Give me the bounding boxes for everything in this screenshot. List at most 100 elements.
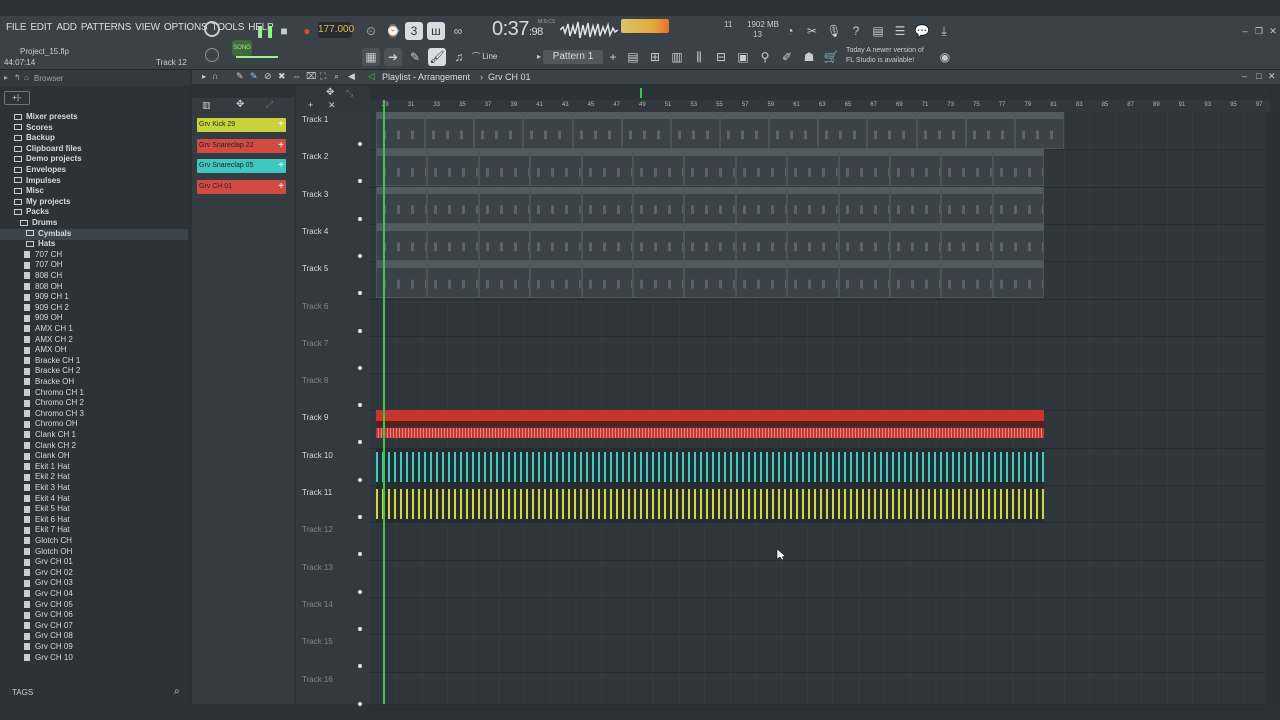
browser-item[interactable]: Backup (0, 133, 188, 144)
picker-audio-icon[interactable]: ✥ (236, 99, 244, 110)
pattern-clip[interactable]: Pattern 35 (965, 112, 1015, 149)
browser-item[interactable]: 707 CH (0, 250, 188, 261)
track-mute-dot[interactable] (358, 216, 362, 221)
plugin-database-icon[interactable]: ▣ (734, 48, 752, 66)
pattern-clip[interactable]: Pattern 6 (530, 149, 582, 187)
magnet-snap-icon[interactable]: ∩ (212, 71, 218, 81)
browser-item[interactable]: Bracke CH 1 (0, 356, 188, 367)
track-mute-dot[interactable] (358, 142, 362, 146)
pause-icon[interactable]: ❚❚ (255, 22, 275, 40)
pattern-clip[interactable]: Pattern 36 (941, 223, 993, 261)
pattern-clip[interactable]: Pattern 11 (787, 186, 839, 224)
pattern-clip[interactable]: Pattern 28 (867, 112, 917, 149)
help-icon[interactable]: ? (847, 22, 865, 40)
track-mute-dot[interactable] (358, 701, 362, 706)
resize-icon[interactable]: ⤡ (346, 88, 353, 99)
browser-item[interactable]: Clank CH 1 (0, 430, 188, 441)
browser-item[interactable]: AMX OH (0, 345, 188, 356)
pattern-clip[interactable]: Pattern 29 (890, 186, 942, 224)
pattern-clip[interactable]: Pattern 14 (581, 261, 633, 299)
track-name[interactable]: Track 10 (302, 451, 333, 460)
browser-item[interactable]: Misc (0, 186, 188, 197)
pattern-clip[interactable]: Pattern 15 (787, 261, 839, 299)
browser-item[interactable]: Grv CH 02 (0, 568, 188, 579)
pattern-clip[interactable]: Pattern 8 (581, 186, 633, 224)
pattern-picker-icon[interactable]: ▦ (362, 48, 380, 66)
browser-item[interactable]: Grv CH 07 (0, 621, 188, 632)
pattern-clip[interactable]: Pattern 29 (838, 186, 890, 224)
cpu-meter-icon[interactable]: ◔ (781, 22, 799, 40)
pattern-clip[interactable]: Pattern 9 (769, 112, 819, 149)
track-name[interactable]: Track 4 (302, 227, 328, 236)
browser-menu-icon[interactable]: ▸ (4, 73, 8, 82)
pattern-clip[interactable]: Pattern 23 (478, 223, 531, 261)
pattern-clip[interactable]: Pattern 19 (478, 186, 531, 224)
browser-item[interactable]: Mixer presets (0, 112, 188, 123)
browser-item[interactable]: Ekit 7 Hat (0, 525, 188, 536)
browser-item[interactable]: Chromo OH (0, 419, 188, 430)
remove-track-icon[interactable]: ✕ (328, 100, 336, 111)
metronome-icon[interactable]: ⏲ (362, 22, 380, 40)
pattern-clip[interactable]: Pattern 7 (530, 223, 582, 261)
menu-options[interactable]: OPTIONS (162, 22, 210, 33)
track-name[interactable]: Track 8 (302, 376, 328, 385)
track-mute-dot[interactable] (358, 589, 362, 594)
track-name[interactable]: Track 13 (302, 563, 333, 572)
audio-cut-icon[interactable]: ✂ (803, 22, 821, 40)
browser-item[interactable]: Ekit 6 Hat (0, 515, 188, 526)
countdown-icon[interactable]: 3 (405, 22, 423, 40)
add-pattern-icon[interactable]: + (604, 48, 622, 66)
update-notice[interactable]: Today A newer version of FL Studio is ava… (846, 46, 924, 66)
vertical-scrollbar[interactable] (1268, 112, 1276, 704)
save-icon[interactable]: ▤ (869, 22, 887, 40)
pattern-clip[interactable]: Pattern 20 (684, 223, 736, 261)
timeline-overview[interactable] (370, 86, 1270, 100)
browser-item[interactable]: Ekit 4 Hat (0, 494, 188, 505)
browser-item[interactable]: Glotch OH (0, 547, 188, 558)
pattern-clip[interactable]: Pattern 17 (478, 149, 531, 187)
plugin-picker-icon[interactable]: ⚲ (756, 48, 774, 66)
track-mute-dot[interactable] (358, 664, 362, 669)
pattern-clip[interactable]: Pattern 35 (1014, 112, 1064, 149)
pattern-clip[interactable]: Pattern 12 (735, 223, 788, 261)
pattern-clip[interactable]: Pattern 5 (621, 112, 671, 149)
pattern-clip[interactable]: Pattern 20 (633, 223, 685, 261)
mixer-icon[interactable]: ☰ (891, 22, 909, 40)
pattern-clip[interactable]: Pattern 30 (838, 149, 890, 187)
add-track-icon[interactable]: + (308, 100, 313, 110)
browser-icon[interactable]: ⊟ (712, 48, 730, 66)
select-tool-icon[interactable]: ⛶ (320, 71, 326, 82)
track-name[interactable]: Track 7 (302, 339, 328, 348)
track-name[interactable]: Track 14 (302, 600, 333, 609)
pattern-clip[interactable]: Pattern 27 (890, 223, 942, 261)
browser-item[interactable]: Grv CH 10 (0, 653, 188, 664)
browser-item[interactable]: Ekit 1 Hat (0, 462, 188, 473)
microphone-icon[interactable]: 🎙 (825, 22, 843, 40)
pattern-clip[interactable]: Pattern 12 (787, 223, 839, 261)
browser-item[interactable]: Clank OH (0, 451, 188, 462)
browser-item[interactable]: Cymbals (0, 228, 188, 240)
track-name[interactable]: Track 11 (302, 488, 332, 497)
playlist-maximize-icon[interactable]: □ (1256, 71, 1261, 81)
stamp-icon[interactable]: ♫ (450, 48, 468, 66)
tempo-display[interactable]: 177.000 (318, 22, 354, 38)
wait-input-icon[interactable]: ⌚ (384, 22, 402, 40)
browser-item[interactable]: 909 CH 2 (0, 303, 188, 314)
track-mute-dot[interactable] (358, 403, 362, 408)
piano-roll-icon[interactable]: ▥ (668, 48, 686, 66)
picker-automation-icon[interactable]: ⤢ (266, 99, 273, 110)
timeline-ruler[interactable]: 29 31 33 35 37 39 41 43 45 47 49 51 53 55 57 59 61 63 65 67… (370, 100, 1270, 112)
pattern-clip[interactable]: Pattern 17 (523, 112, 573, 149)
move-tool-icon[interactable]: ✥ (326, 87, 334, 98)
browser-item[interactable]: Grv CH 04 (0, 589, 188, 600)
browser-back-icon[interactable]: ↰ (14, 73, 21, 82)
track-mute-dot[interactable] (358, 515, 362, 519)
mixer-window-icon[interactable]: ⫼ (690, 48, 708, 66)
browser-item[interactable]: Grv CH 03 (0, 578, 188, 589)
browser-item[interactable]: Hats (0, 239, 188, 250)
browser-item[interactable]: Grv CH 08 (0, 631, 188, 642)
channel-add-icon[interactable]: + (278, 118, 284, 132)
playlist-close-icon[interactable]: ✕ (1268, 71, 1276, 82)
arrangement-arrow-icon[interactable]: ◁ (368, 71, 375, 82)
browser-item[interactable]: Glotch CH (0, 536, 188, 547)
